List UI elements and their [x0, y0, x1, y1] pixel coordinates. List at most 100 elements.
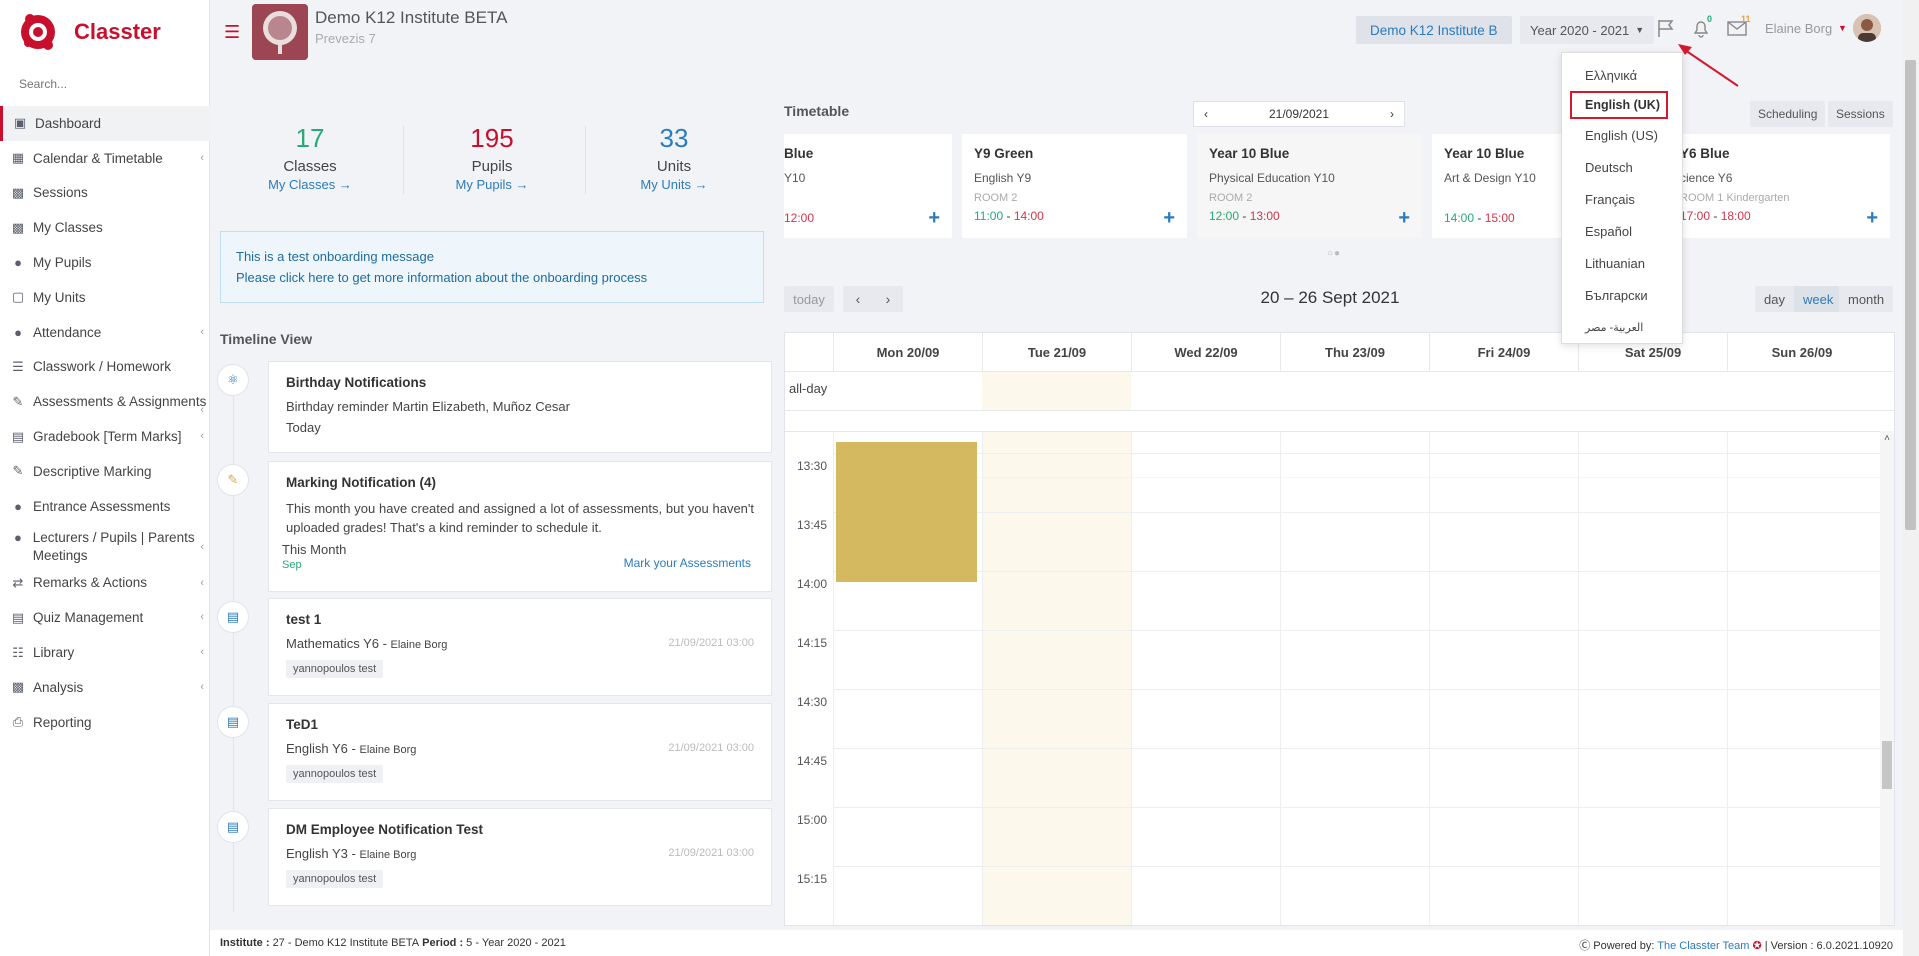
- my-pupils-link[interactable]: My Pupils →: [402, 177, 582, 192]
- mark-assessments-link[interactable]: Mark your Assessments: [624, 556, 751, 570]
- add-icon[interactable]: +: [1398, 208, 1410, 228]
- prev-week-button[interactable]: ‹: [843, 286, 873, 312]
- today-button[interactable]: today: [784, 286, 834, 312]
- timeline-card-test1[interactable]: test 1 Mathematics Y6 - Elaine Borg 21/0…: [268, 598, 772, 696]
- sidebar-item-my-units[interactable]: ▢ My Units: [0, 280, 210, 315]
- next-week-button[interactable]: ›: [873, 286, 903, 312]
- sidebar-item-library[interactable]: ☷ Library ‹: [0, 635, 210, 670]
- gradebook-icon: ▤: [11, 428, 25, 444]
- sidebar-nav: ▣ Dashboard ▦ Calendar & Timetable ‹ ▩ Sessi…: [0, 106, 210, 740]
- add-icon[interactable]: +: [1163, 208, 1175, 228]
- sidebar-item-label: My Classes: [33, 220, 103, 236]
- printer-icon: ⎙: [12, 714, 24, 730]
- language-option-english-uk[interactable]: English (UK): [1570, 91, 1668, 119]
- sessions-tab[interactable]: Sessions: [1828, 101, 1893, 127]
- page-scroll-thumb[interactable]: [1905, 60, 1916, 530]
- classter-logo[interactable]: Classter: [18, 11, 161, 53]
- onboarding-link[interactable]: Please click here to get more informatio…: [236, 270, 748, 285]
- add-icon[interactable]: +: [928, 208, 940, 228]
- flag-icon[interactable]: [1655, 17, 1677, 39]
- class-name: Blue: [784, 146, 814, 161]
- link-text: My Pupils: [455, 177, 512, 192]
- calendar-scrollbar[interactable]: ˄: [1880, 431, 1894, 925]
- class-subject: cience Y6: [1680, 171, 1733, 185]
- timeline-card-dm-employee[interactable]: DM Employee Notification Test English Y3…: [268, 808, 772, 906]
- document-icon: ▤: [217, 811, 249, 843]
- timeline-card-marking[interactable]: Marking Notification (4) This month you …: [268, 461, 772, 592]
- class-name: Y6 Blue: [1680, 146, 1730, 161]
- calendar-event[interactable]: [836, 442, 977, 582]
- sidebar-item-reporting[interactable]: ⎙ Reporting: [0, 705, 210, 740]
- timeline-card-birthday[interactable]: Birthday Notifications Birthday reminder…: [268, 361, 772, 453]
- week-view-button[interactable]: week: [1794, 286, 1843, 312]
- year-selector[interactable]: Year 2020 - 2021 ▼: [1520, 16, 1655, 44]
- month-view-button[interactable]: month: [1839, 286, 1894, 312]
- language-option-german[interactable]: Deutsch: [1562, 151, 1682, 183]
- grid-line: [1727, 432, 1728, 925]
- institute-switch-button[interactable]: Demo K12 Institute B: [1356, 16, 1512, 44]
- list-icon: ☰: [12, 358, 24, 374]
- sidebar-item-classwork[interactable]: ☰ Classwork / Homework: [0, 350, 210, 385]
- day-header: Fri 24/09: [1429, 333, 1578, 371]
- language-option-greek[interactable]: Ελληνικά: [1562, 59, 1682, 91]
- my-classes-link[interactable]: My Classes →: [220, 177, 400, 192]
- calendar-scroll-thumb[interactable]: [1882, 741, 1892, 789]
- language-option-french[interactable]: Français: [1562, 183, 1682, 215]
- timetable-card[interactable]: Y9 Green English Y9 ROOM 2 11:00 - 14:00…: [962, 134, 1187, 238]
- arrow-right-icon: →: [515, 177, 529, 192]
- hamburger-menu-icon[interactable]: ☰: [224, 22, 240, 43]
- calendar-time-grid: 13:30 13:45 14:00 14:15 14:30 14:45 15:0…: [785, 431, 1894, 925]
- chevron-right-icon[interactable]: ›: [1390, 107, 1394, 121]
- footer-institute-value: 27 - Demo K12 Institute BETA: [272, 937, 420, 949]
- timeline-card-title: test 1: [286, 612, 322, 627]
- language-option-english-us[interactable]: English (US): [1562, 119, 1682, 151]
- timeline-card-time: 21/09/2021 03:00: [668, 742, 754, 754]
- sidebar-item-entrance[interactable]: ● Entrance Assessments: [0, 489, 210, 524]
- timetable-card[interactable]: Y6 Blue cience Y6 ROOM 1 Kindergarten 17…: [1680, 134, 1890, 238]
- timetable-card[interactable]: Blue Y10 12:00 +: [784, 134, 952, 238]
- sidebar-item-analysis[interactable]: ▩ Analysis ‹: [0, 670, 210, 705]
- carousel-dots[interactable]: ○●: [1327, 248, 1341, 259]
- allday-row: [785, 371, 1894, 411]
- sidebar-item-gradebook[interactable]: ▤ Gradebook [Term Marks] ‹: [0, 419, 210, 454]
- class-time: 14:00 - 15:00: [1444, 211, 1515, 225]
- sidebar-item-label: Library: [33, 645, 75, 661]
- sidebar-item-my-pupils[interactable]: ● My Pupils: [0, 245, 210, 280]
- sidebar-item-dashboard[interactable]: ▣ Dashboard: [0, 106, 210, 141]
- classter-team-link[interactable]: The Classter Team: [1657, 940, 1749, 952]
- sidebar-search-input[interactable]: [10, 73, 200, 95]
- sidebar-item-calendar[interactable]: ▦ Calendar & Timetable ‹: [0, 141, 210, 176]
- sidebar-item-attendance[interactable]: ● Attendance ‹: [0, 315, 210, 350]
- timeline-card-title: Marking Notification (4): [286, 475, 437, 490]
- sidebar-item-remarks[interactable]: ⇄ Remarks & Actions ‹: [0, 566, 210, 601]
- notifications-count-badge: 0: [1707, 14, 1713, 24]
- user-name[interactable]: Elaine Borg: [1765, 21, 1832, 36]
- sidebar-item-meetings[interactable]: ● Lecturers / Pupils | Parents Meetings ‹: [0, 524, 210, 566]
- avatar[interactable]: [1853, 14, 1881, 42]
- sidebar-item-sessions[interactable]: ▩ Sessions: [0, 176, 210, 211]
- stat-units: 33 Units My Units →: [584, 123, 764, 192]
- chevron-left-icon: ‹: [200, 611, 204, 624]
- caret-down-icon[interactable]: ▼: [1838, 23, 1847, 33]
- my-units-link[interactable]: My Units →: [584, 177, 764, 192]
- day-view-button[interactable]: day: [1755, 286, 1794, 312]
- language-option-lithuanian[interactable]: Lithuanian: [1562, 247, 1682, 279]
- sidebar-item-assessments[interactable]: ✎ Assessments & Assignments ‹: [0, 384, 210, 419]
- timetable-card[interactable]: Year 10 Blue Art & Design Y10 14:00 - 15…: [1432, 134, 1562, 238]
- sidebar-item-my-classes[interactable]: ▩ My Classes: [0, 210, 210, 245]
- language-option-arabic[interactable]: العربية- مصر: [1562, 311, 1682, 343]
- timetable-card[interactable]: Year 10 Blue Physical Education Y10 ROOM…: [1197, 134, 1422, 238]
- sidebar-item-quiz[interactable]: ▤ Quiz Management ‹: [0, 600, 210, 635]
- chevron-left-icon[interactable]: ‹: [1204, 107, 1208, 121]
- chevron-up-icon[interactable]: ˄: [1880, 433, 1894, 444]
- footer-period-value: 5 - Year 2020 - 2021: [466, 937, 566, 949]
- grid-line: [833, 807, 1882, 808]
- version-text: | Version : 6.0.2021.10920: [1764, 940, 1893, 952]
- add-icon[interactable]: +: [1866, 208, 1878, 228]
- language-option-spanish[interactable]: Español: [1562, 215, 1682, 247]
- sidebar-item-descriptive-marking[interactable]: ✎ Descriptive Marking: [0, 454, 210, 489]
- language-option-bulgarian[interactable]: Български: [1562, 279, 1682, 311]
- sidebar-item-label: My Units: [33, 289, 86, 305]
- timeline-card-ted1[interactable]: TeD1 English Y6 - Elaine Borg 21/09/2021…: [268, 703, 772, 801]
- scheduling-tab[interactable]: Scheduling: [1750, 101, 1826, 127]
